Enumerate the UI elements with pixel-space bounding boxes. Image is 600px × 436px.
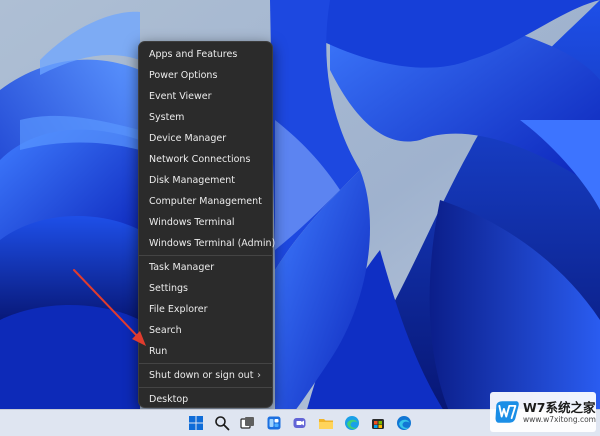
menu-item-computer-management[interactable]: Computer Management [142, 191, 269, 212]
menu-item-settings[interactable]: Settings [142, 278, 269, 299]
windows-start-icon[interactable] [187, 414, 206, 433]
edge-icon-2[interactable] [395, 414, 414, 433]
menu-item-file-explorer[interactable]: File Explorer [142, 299, 269, 320]
chevron-right-icon: › [257, 370, 261, 381]
watermark-text: W7系统之家 www.w7xitong.com [523, 400, 596, 424]
menu-item-disk-management[interactable]: Disk Management [142, 170, 269, 191]
menu-separator [139, 363, 272, 364]
menu-group-admin: Apps and Features Power Options Event Vi… [139, 44, 275, 254]
watermark-url: www.w7xitong.com [523, 415, 596, 424]
menu-item-windows-terminal-admin[interactable]: Windows Terminal (Admin) [142, 233, 275, 254]
winx-context-menu: Apps and Features Power Options Event Vi… [138, 41, 275, 410]
menu-item-device-manager[interactable]: Device Manager [142, 128, 269, 149]
menu-item-shut-down-or-sign-out[interactable]: Shut down or sign out › [142, 365, 269, 386]
site-watermark: W7系统之家 www.w7xitong.com [490, 392, 596, 432]
menu-item-network-connections[interactable]: Network Connections [142, 149, 269, 170]
menu-item-desktop[interactable]: Desktop [142, 389, 269, 410]
menu-item-windows-terminal[interactable]: Windows Terminal [142, 212, 269, 233]
widgets-icon[interactable] [265, 414, 284, 433]
menu-item-run[interactable]: Run [142, 341, 269, 362]
edge-icon[interactable] [343, 414, 362, 433]
menu-item-apps-and-features[interactable]: Apps and Features [142, 44, 269, 65]
menu-group-tools: Task Manager Settings File Explorer Sear… [139, 257, 272, 362]
menu-item-power-options[interactable]: Power Options [142, 65, 269, 86]
desktop-wallpaper [0, 0, 600, 435]
menu-separator [139, 255, 272, 256]
menu-item-event-viewer[interactable]: Event Viewer [142, 86, 269, 107]
w7-logo-icon [495, 401, 519, 423]
task-view-icon[interactable] [239, 414, 258, 433]
menu-item-label: Shut down or sign out [149, 370, 254, 381]
microsoft-store-icon[interactable] [369, 414, 388, 433]
menu-separator [139, 387, 272, 388]
menu-item-system[interactable]: System [142, 107, 269, 128]
file-explorer-icon[interactable] [317, 414, 336, 433]
watermark-title: W7系统之家 [523, 400, 596, 415]
menu-item-task-manager[interactable]: Task Manager [142, 257, 269, 278]
search-icon[interactable] [213, 414, 232, 433]
teams-chat-icon[interactable] [291, 414, 310, 433]
menu-item-search[interactable]: Search [142, 320, 269, 341]
